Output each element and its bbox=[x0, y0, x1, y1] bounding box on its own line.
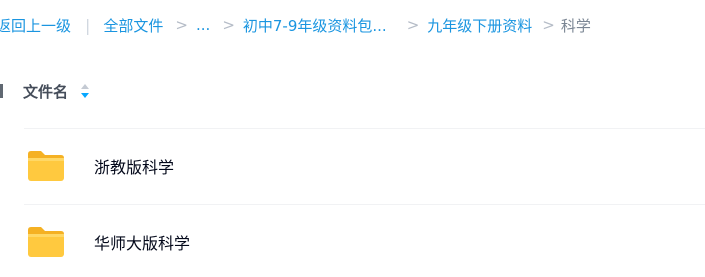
breadcrumb: 返回上一级 | 全部文件 > ... > 初中7-9年级资料包... > 九年级… bbox=[0, 13, 591, 37]
folder-icon bbox=[26, 224, 66, 260]
breadcrumb-folder-package[interactable]: 初中7-9年级资料包... bbox=[243, 15, 387, 36]
breadcrumb-all-files[interactable]: 全部文件 bbox=[103, 15, 163, 36]
breadcrumb-separator: > bbox=[222, 16, 235, 34]
breadcrumb-separator: > bbox=[406, 16, 420, 34]
list-header: 文件名 bbox=[0, 76, 90, 106]
breadcrumb-separator: > bbox=[175, 16, 188, 34]
folder-icon bbox=[26, 148, 66, 184]
sort-icon[interactable] bbox=[80, 82, 90, 100]
breadcrumb-folder-grade9[interactable]: 九年级下册资料 bbox=[427, 15, 532, 36]
breadcrumb-separator: > bbox=[542, 16, 555, 34]
row-divider bbox=[24, 128, 705, 129]
column-header-filename[interactable]: 文件名 bbox=[23, 81, 68, 102]
breadcrumb-divider: | bbox=[85, 15, 91, 35]
list-item[interactable]: 浙教版科学 bbox=[24, 136, 705, 196]
file-browser: 返回上一级 | 全部文件 > ... > 初中7-9年级资料包... > 九年级… bbox=[0, 0, 705, 277]
select-all-checkbox-edge[interactable] bbox=[0, 84, 3, 98]
back-link[interactable]: 返回上一级 bbox=[0, 15, 71, 36]
breadcrumb-current: 科学 bbox=[560, 16, 591, 35]
folder-name[interactable]: 浙教版科学 bbox=[94, 154, 174, 178]
row-divider bbox=[24, 204, 705, 205]
list-item[interactable]: 华师大版科学 bbox=[24, 212, 705, 272]
folder-name[interactable]: 华师大版科学 bbox=[94, 230, 190, 254]
breadcrumb-ellipsis[interactable]: ... bbox=[196, 16, 210, 34]
